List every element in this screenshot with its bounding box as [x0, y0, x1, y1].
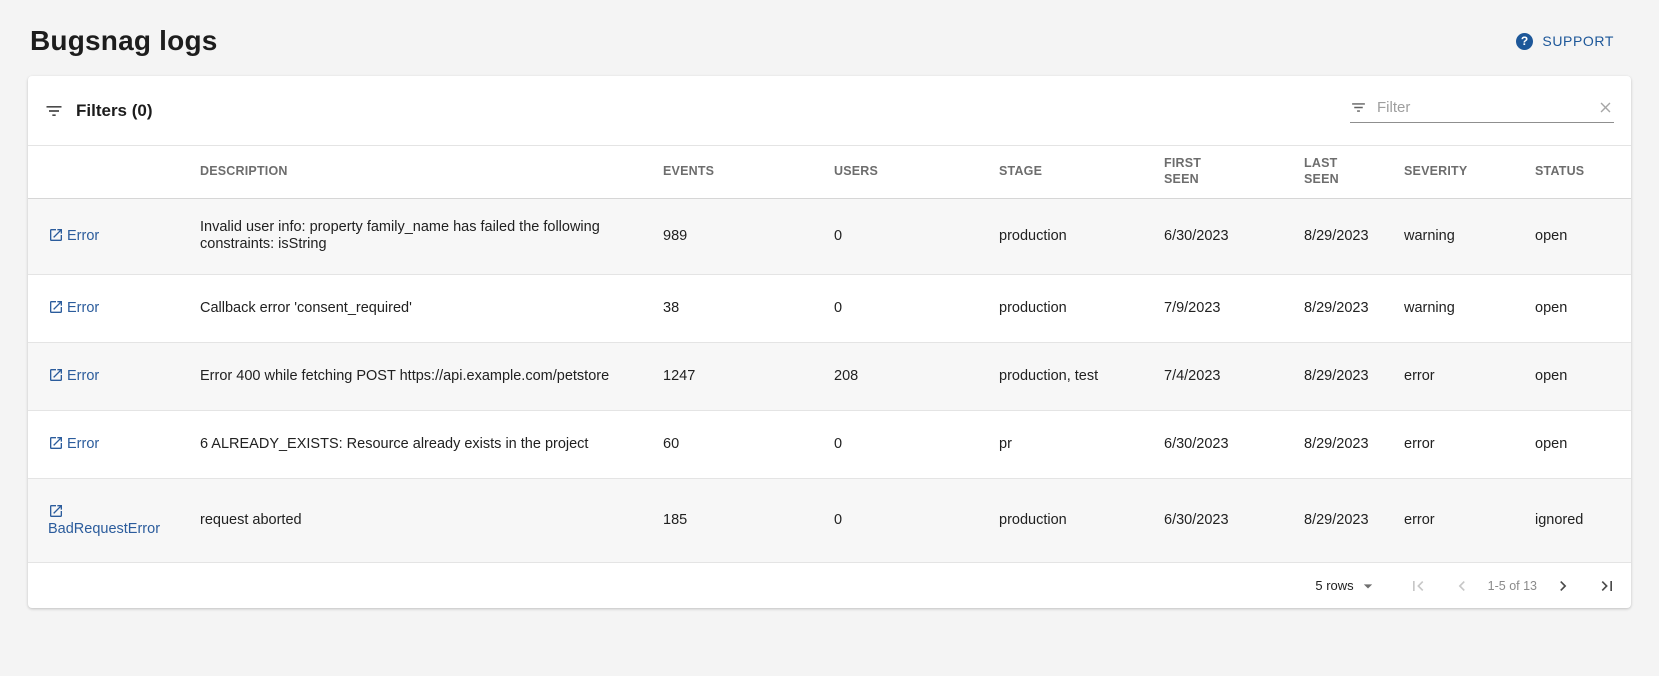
- stage-cell: production: [999, 274, 1164, 342]
- last-seen-cell: 8/29/2023: [1304, 198, 1404, 274]
- column-header-status: STATUS: [1535, 146, 1631, 198]
- stage-cell: production: [999, 198, 1164, 274]
- users-cell: 0: [834, 410, 999, 478]
- clear-filter-icon[interactable]: [1597, 99, 1614, 116]
- first-seen-cell: 6/30/2023: [1164, 198, 1304, 274]
- error-link-label: Error: [67, 368, 99, 384]
- logs-card: Filters (0) DESCRIPTION EVENTS USERS: [28, 76, 1631, 608]
- caret-down-icon: [1358, 576, 1378, 596]
- support-label: SUPPORT: [1542, 33, 1614, 49]
- stage-cell: pr: [999, 410, 1164, 478]
- error-link[interactable]: Error: [48, 368, 99, 384]
- users-cell: 0: [834, 478, 999, 562]
- open-in-new-icon: [48, 503, 64, 519]
- table-row: Error Callback error 'consent_required' …: [28, 274, 1631, 342]
- stage-cell: production, test: [999, 342, 1164, 410]
- open-in-new-icon: [48, 299, 64, 315]
- last-seen-cell: 8/29/2023: [1304, 478, 1404, 562]
- severity-cell: error: [1404, 342, 1535, 410]
- first-seen-cell: 6/30/2023: [1164, 478, 1304, 562]
- last-seen-cell: 8/29/2023: [1304, 274, 1404, 342]
- error-link-label: Error: [67, 228, 99, 244]
- table-header-row: DESCRIPTION EVENTS USERS STAGE FIRST SEE…: [28, 146, 1631, 198]
- users-cell: 0: [834, 198, 999, 274]
- column-header-first-seen: FIRST SEEN: [1164, 146, 1304, 198]
- column-header-description: DESCRIPTION: [200, 146, 663, 198]
- status-cell: open: [1535, 274, 1631, 342]
- last-seen-cell: 8/29/2023: [1304, 410, 1404, 478]
- status-cell: open: [1535, 410, 1631, 478]
- filters-toolbar: Filters (0): [28, 76, 1631, 146]
- events-cell: 60: [663, 410, 834, 478]
- rows-per-page-select[interactable]: 5 rows: [1315, 576, 1377, 596]
- open-in-new-icon: [48, 435, 64, 451]
- table-row: Error Error 400 while fetching POST http…: [28, 342, 1631, 410]
- first-seen-cell: 7/4/2023: [1164, 342, 1304, 410]
- first-seen-cell: 6/30/2023: [1164, 410, 1304, 478]
- stage-cell: production: [999, 478, 1164, 562]
- pagination-bar: 5 rows 1-5 of 13: [28, 562, 1631, 608]
- severity-cell: error: [1404, 478, 1535, 562]
- column-header-severity: SEVERITY: [1404, 146, 1535, 198]
- first-seen-cell: 7/9/2023: [1164, 274, 1304, 342]
- table-row: BadRequestError request aborted 185 0 pr…: [28, 478, 1631, 562]
- table-row: Error 6 ALREADY_EXISTS: Resource already…: [28, 410, 1631, 478]
- column-header-users: USERS: [834, 146, 999, 198]
- pagination-range: 1-5 of 13: [1488, 579, 1537, 593]
- errors-table: DESCRIPTION EVENTS USERS STAGE FIRST SEE…: [28, 146, 1631, 562]
- support-button[interactable]: ? SUPPORT: [1516, 33, 1614, 50]
- description-cell: 6 ALREADY_EXISTS: Resource already exist…: [200, 436, 630, 453]
- error-link-label: Error: [67, 300, 99, 316]
- column-header-events: EVENTS: [663, 146, 834, 198]
- filter-input[interactable]: [1375, 98, 1589, 117]
- page-header: Bugsnag logs ? SUPPORT: [30, 22, 1629, 60]
- events-cell: 989: [663, 198, 834, 274]
- last-seen-cell: 8/29/2023: [1304, 342, 1404, 410]
- description-cell: request aborted: [200, 512, 630, 529]
- description-cell: Callback error 'consent_required': [200, 300, 630, 317]
- users-cell: 0: [834, 274, 999, 342]
- rows-per-page-label: 5 rows: [1315, 578, 1353, 593]
- table-row: Error Invalid user info: property family…: [28, 198, 1631, 274]
- events-cell: 38: [663, 274, 834, 342]
- description-cell: Error 400 while fetching POST https://ap…: [200, 368, 630, 385]
- chevron-right-icon[interactable]: [1553, 576, 1573, 596]
- error-link-label: Error: [67, 436, 99, 452]
- filter-list-icon: [44, 101, 64, 121]
- column-header-link: [28, 146, 200, 198]
- error-link-label: BadRequestError: [48, 521, 160, 537]
- filter-field: [1350, 98, 1614, 123]
- events-cell: 1247: [663, 342, 834, 410]
- users-cell: 208: [834, 342, 999, 410]
- first-page-icon[interactable]: [1408, 576, 1428, 596]
- severity-cell: warning: [1404, 274, 1535, 342]
- error-link[interactable]: Error: [48, 228, 99, 244]
- status-cell: ignored: [1535, 478, 1631, 562]
- column-header-last-seen: LAST SEEN: [1304, 146, 1404, 198]
- severity-cell: error: [1404, 410, 1535, 478]
- description-cell: Invalid user info: property family_name …: [200, 219, 630, 252]
- error-link[interactable]: Error: [48, 300, 99, 316]
- open-in-new-icon: [48, 367, 64, 383]
- severity-cell: warning: [1404, 198, 1535, 274]
- filters-label: Filters (0): [76, 101, 153, 121]
- status-cell: open: [1535, 198, 1631, 274]
- last-page-icon[interactable]: [1597, 576, 1617, 596]
- page-title: Bugsnag logs: [30, 25, 218, 57]
- error-link[interactable]: Error: [48, 436, 99, 452]
- open-in-new-icon: [48, 227, 64, 243]
- column-header-stage: STAGE: [999, 146, 1164, 198]
- status-cell: open: [1535, 342, 1631, 410]
- filter-icon: [1350, 99, 1367, 116]
- events-cell: 185: [663, 478, 834, 562]
- help-icon: ?: [1516, 33, 1533, 50]
- filters-toggle[interactable]: Filters (0): [44, 101, 153, 121]
- chevron-left-icon[interactable]: [1452, 576, 1472, 596]
- error-link[interactable]: BadRequestError: [48, 504, 160, 537]
